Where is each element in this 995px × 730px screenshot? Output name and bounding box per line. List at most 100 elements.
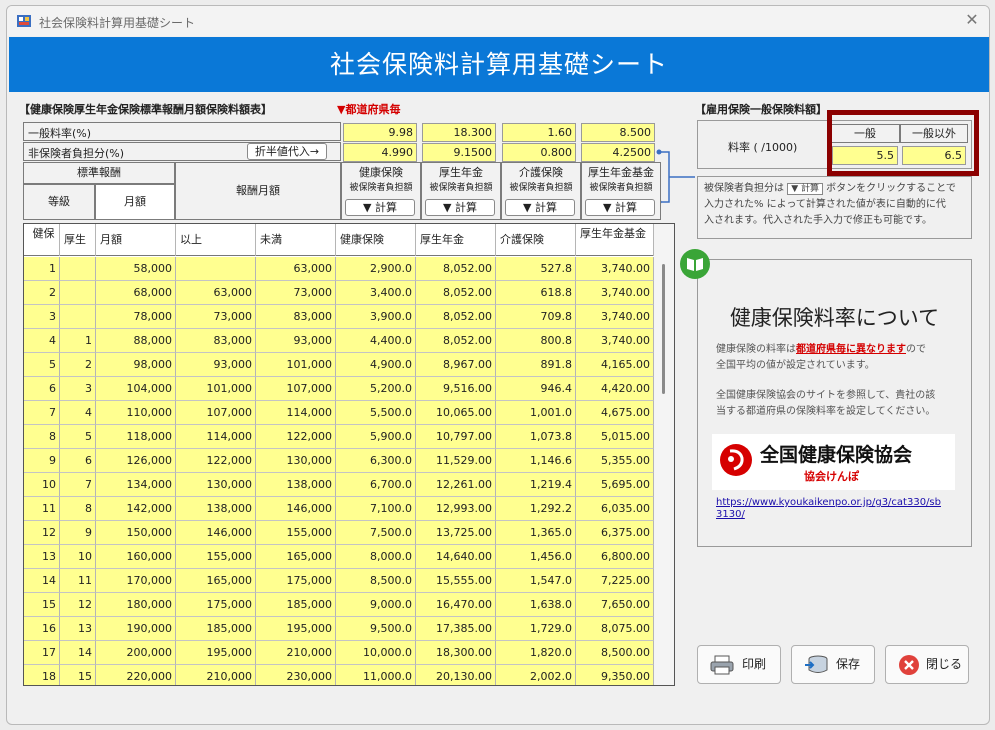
cell-from[interactable]: 138,000 (176, 497, 256, 521)
table-row[interactable]: 3 78,000 73,000 83,000 3,900.0 8,052.00 709.8 3… (24, 305, 654, 329)
cell-fund[interactable]: 5,355.00 (576, 449, 654, 473)
cell-to[interactable]: 138,000 (256, 473, 336, 497)
table-row[interactable]: 2 68,000 63,000 73,000 3,400.0 8,052.00 618.8 3… (24, 281, 654, 305)
cell-kenpo[interactable]: 6 (24, 377, 60, 401)
cell-from[interactable]: 83,000 (176, 329, 256, 353)
cell-kosei[interactable]: 3 (60, 377, 96, 401)
table-row[interactable]: 12 9 150,000 146,000 155,000 7,500.0 13,725.00… (24, 521, 654, 545)
cell-kenpo[interactable]: 2 (24, 281, 60, 305)
print-button[interactable]: 印刷 (697, 645, 781, 684)
cell-health[interactable]: 5,500.0 (336, 401, 416, 425)
table-row[interactable]: 14 11 170,000 165,000 175,000 8,500.0 15,555.0… (24, 569, 654, 593)
cell-health[interactable]: 7,100.0 (336, 497, 416, 521)
cell-health[interactable]: 4,400.0 (336, 329, 416, 353)
table-row[interactable]: 7 4 110,000 107,000 114,000 5,500.0 10,065.00 1… (24, 401, 654, 425)
cell-monthly[interactable]: 98,000 (96, 353, 176, 377)
cell-pension[interactable]: 9,516.00 (416, 377, 496, 401)
cell-kosei[interactable]: 4 (60, 401, 96, 425)
cell-from[interactable]: 114,000 (176, 425, 256, 449)
cell-kenpo[interactable]: 3 (24, 305, 60, 329)
cell-kosei[interactable]: 2 (60, 353, 96, 377)
cell-monthly[interactable]: 220,000 (96, 665, 176, 685)
cell-from[interactable]: 175,000 (176, 593, 256, 617)
cell-pension[interactable]: 8,052.00 (416, 281, 496, 305)
general-rate-health[interactable]: 9.98 (343, 123, 417, 142)
cell-pension[interactable]: 11,529.00 (416, 449, 496, 473)
cell-from[interactable]: 130,000 (176, 473, 256, 497)
save-button[interactable]: 保存 (791, 645, 875, 684)
cell-kenpo[interactable]: 9 (24, 449, 60, 473)
cell-to[interactable]: 73,000 (256, 281, 336, 305)
grid-scroll-thumb[interactable] (662, 264, 665, 394)
cell-monthly[interactable]: 68,000 (96, 281, 176, 305)
cell-monthly[interactable]: 88,000 (96, 329, 176, 353)
cell-monthly[interactable]: 150,000 (96, 521, 176, 545)
cell-health[interactable]: 11,000.0 (336, 665, 416, 685)
cell-health[interactable]: 10,000.0 (336, 641, 416, 665)
cell-to[interactable]: 107,000 (256, 377, 336, 401)
cell-health[interactable]: 2,900.0 (336, 257, 416, 281)
cell-to[interactable]: 93,000 (256, 329, 336, 353)
cell-fund[interactable]: 8,500.00 (576, 641, 654, 665)
cell-kenpo[interactable]: 5 (24, 353, 60, 377)
cell-fund[interactable]: 6,375.00 (576, 521, 654, 545)
cell-kosei[interactable]: 15 (60, 665, 96, 685)
cell-health[interactable]: 9,500.0 (336, 617, 416, 641)
cell-to[interactable]: 165,000 (256, 545, 336, 569)
cell-from[interactable] (176, 257, 256, 281)
cell-kosei[interactable]: 14 (60, 641, 96, 665)
insured-rate-pension[interactable]: 9.1500 (422, 143, 496, 162)
calc-button-care[interactable]: ▼ 計算 (505, 199, 575, 216)
cell-care[interactable]: 709.8 (496, 305, 576, 329)
cell-health[interactable]: 5,200.0 (336, 377, 416, 401)
cell-care[interactable]: 800.8 (496, 329, 576, 353)
cell-fund[interactable]: 3,740.00 (576, 281, 654, 305)
cell-pension[interactable]: 8,052.00 (416, 257, 496, 281)
cell-health[interactable]: 8,000.0 (336, 545, 416, 569)
cell-from[interactable]: 63,000 (176, 281, 256, 305)
cell-kenpo[interactable]: 8 (24, 425, 60, 449)
cell-kenpo[interactable]: 4 (24, 329, 60, 353)
cell-kosei[interactable] (60, 257, 96, 281)
cell-pension[interactable]: 12,261.00 (416, 473, 496, 497)
cell-pension[interactable]: 15,555.00 (416, 569, 496, 593)
cell-fund[interactable]: 7,225.00 (576, 569, 654, 593)
table-row[interactable]: 15 12 180,000 175,000 185,000 9,000.0 16,470.0… (24, 593, 654, 617)
cell-fund[interactable]: 9,350.00 (576, 665, 654, 685)
kenpo-logo[interactable]: 全国健康保険協会 協会けんぽ (712, 434, 955, 490)
cell-fund[interactable]: 4,420.00 (576, 377, 654, 401)
cell-kosei[interactable] (60, 305, 96, 329)
insured-rate-health[interactable]: 4.990 (343, 143, 417, 162)
cell-monthly[interactable]: 180,000 (96, 593, 176, 617)
cell-monthly[interactable]: 170,000 (96, 569, 176, 593)
cell-care[interactable]: 618.8 (496, 281, 576, 305)
cell-to[interactable]: 175,000 (256, 569, 336, 593)
cell-pension[interactable]: 10,065.00 (416, 401, 496, 425)
cell-care[interactable]: 1,073.8 (496, 425, 576, 449)
cell-to[interactable]: 114,000 (256, 401, 336, 425)
table-row[interactable]: 8 5 118,000 114,000 122,000 5,900.0 10,797.00 1… (24, 425, 654, 449)
cell-fund[interactable]: 7,650.00 (576, 593, 654, 617)
cell-health[interactable]: 4,900.0 (336, 353, 416, 377)
cell-kosei[interactable]: 10 (60, 545, 96, 569)
cell-from[interactable]: 93,000 (176, 353, 256, 377)
cell-to[interactable]: 83,000 (256, 305, 336, 329)
table-row[interactable]: 5 2 98,000 93,000 101,000 4,900.0 8,967.00 891.… (24, 353, 654, 377)
cell-care[interactable]: 1,292.2 (496, 497, 576, 521)
cell-kenpo[interactable]: 16 (24, 617, 60, 641)
cell-to[interactable]: 130,000 (256, 449, 336, 473)
cell-to[interactable]: 101,000 (256, 353, 336, 377)
cell-fund[interactable]: 4,675.00 (576, 401, 654, 425)
general-rate-care[interactable]: 1.60 (502, 123, 576, 142)
cell-to[interactable]: 122,000 (256, 425, 336, 449)
cell-care[interactable]: 1,146.6 (496, 449, 576, 473)
cell-to[interactable]: 63,000 (256, 257, 336, 281)
table-row[interactable]: 11 8 142,000 138,000 146,000 7,100.0 12,993.00… (24, 497, 654, 521)
close-icon[interactable]: ✕ (963, 11, 981, 29)
cell-pension[interactable]: 10,797.00 (416, 425, 496, 449)
table-row[interactable]: 4 1 88,000 83,000 93,000 4,400.0 8,052.00 800.8… (24, 329, 654, 353)
cell-care[interactable]: 527.8 (496, 257, 576, 281)
cell-pension[interactable]: 12,993.00 (416, 497, 496, 521)
cell-from[interactable]: 185,000 (176, 617, 256, 641)
insured-rate-care[interactable]: 0.800 (502, 143, 576, 162)
